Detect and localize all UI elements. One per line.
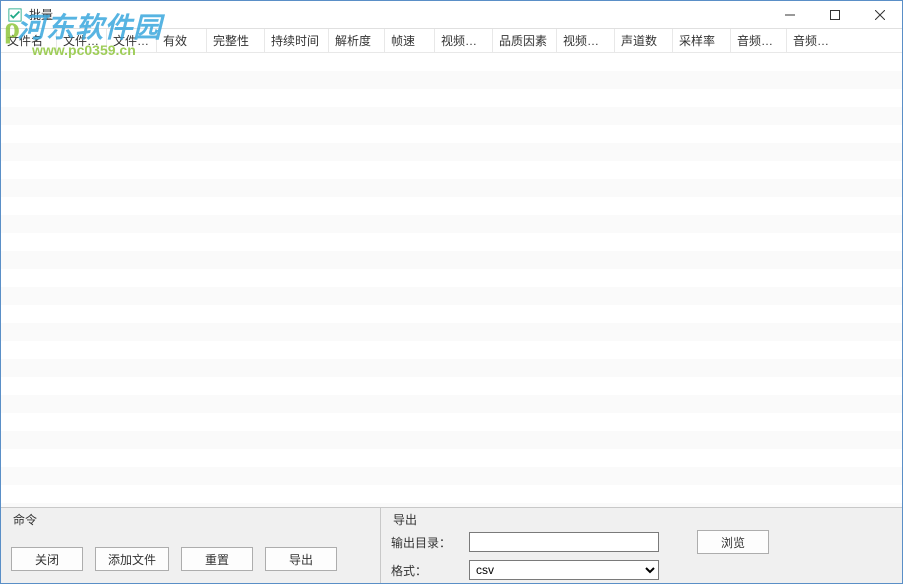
col-audio-1[interactable]: 音频… xyxy=(731,29,787,52)
export-panel-label: 导出 xyxy=(391,511,419,528)
col-filename[interactable]: 文件名 xyxy=(1,29,57,52)
close-button[interactable] xyxy=(857,1,902,28)
output-dir-row: 输出目录： 浏览 xyxy=(391,530,892,554)
command-panel-label: 命令 xyxy=(11,511,39,528)
titlebar: 批量 xyxy=(1,1,902,29)
app-icon xyxy=(7,7,23,23)
format-row: 格式： csv xyxy=(391,560,892,580)
col-file-1[interactable]: 文件… xyxy=(57,29,107,52)
minimize-button[interactable] xyxy=(767,1,812,28)
window-controls xyxy=(767,1,902,28)
bottom-panel: 命令 关闭 添加文件 重置 导出 导出 输出目录： 浏览 格式： csv xyxy=(1,507,902,583)
command-panel: 命令 关闭 添加文件 重置 导出 xyxy=(1,508,381,583)
col-valid[interactable]: 有效 xyxy=(157,29,207,52)
col-integrity[interactable]: 完整性 xyxy=(207,29,265,52)
col-quality[interactable]: 品质因素 xyxy=(493,29,557,52)
col-audio-2[interactable]: 音频… xyxy=(787,29,843,52)
close-action-button[interactable]: 关闭 xyxy=(11,547,83,571)
col-video-1[interactable]: 视频… xyxy=(435,29,493,52)
browse-button[interactable]: 浏览 xyxy=(697,530,769,554)
table-area: 文件名 文件… 文件… 有效 完整性 持续时间 解析度 帧速 视频… 品质因素 … xyxy=(1,29,902,507)
window-title: 批量 xyxy=(29,6,53,23)
export-button[interactable]: 导出 xyxy=(265,547,337,571)
col-video-2[interactable]: 视频… xyxy=(557,29,615,52)
maximize-button[interactable] xyxy=(812,1,857,28)
add-file-button[interactable]: 添加文件 xyxy=(95,547,169,571)
col-duration[interactable]: 持续时间 xyxy=(265,29,329,52)
col-file-2[interactable]: 文件… xyxy=(107,29,157,52)
col-resolution[interactable]: 解析度 xyxy=(329,29,385,52)
col-samplerate[interactable]: 采样率 xyxy=(673,29,731,52)
format-select[interactable]: csv xyxy=(469,560,659,580)
col-fps[interactable]: 帧速 xyxy=(385,29,435,52)
format-label: 格式： xyxy=(391,562,461,579)
output-dir-input[interactable] xyxy=(469,532,659,552)
table-header: 文件名 文件… 文件… 有效 完整性 持续时间 解析度 帧速 视频… 品质因素 … xyxy=(1,29,902,53)
output-dir-label: 输出目录： xyxy=(391,534,461,551)
reset-button[interactable]: 重置 xyxy=(181,547,253,571)
export-panel: 导出 输出目录： 浏览 格式： csv xyxy=(381,508,902,583)
app-window: 批量 文件名 文件… 文件… 有效 完整性 持续时间 解析度 帧速 视频… 品质… xyxy=(0,0,903,584)
col-channels[interactable]: 声道数 xyxy=(615,29,673,52)
table-body-empty xyxy=(1,53,902,507)
